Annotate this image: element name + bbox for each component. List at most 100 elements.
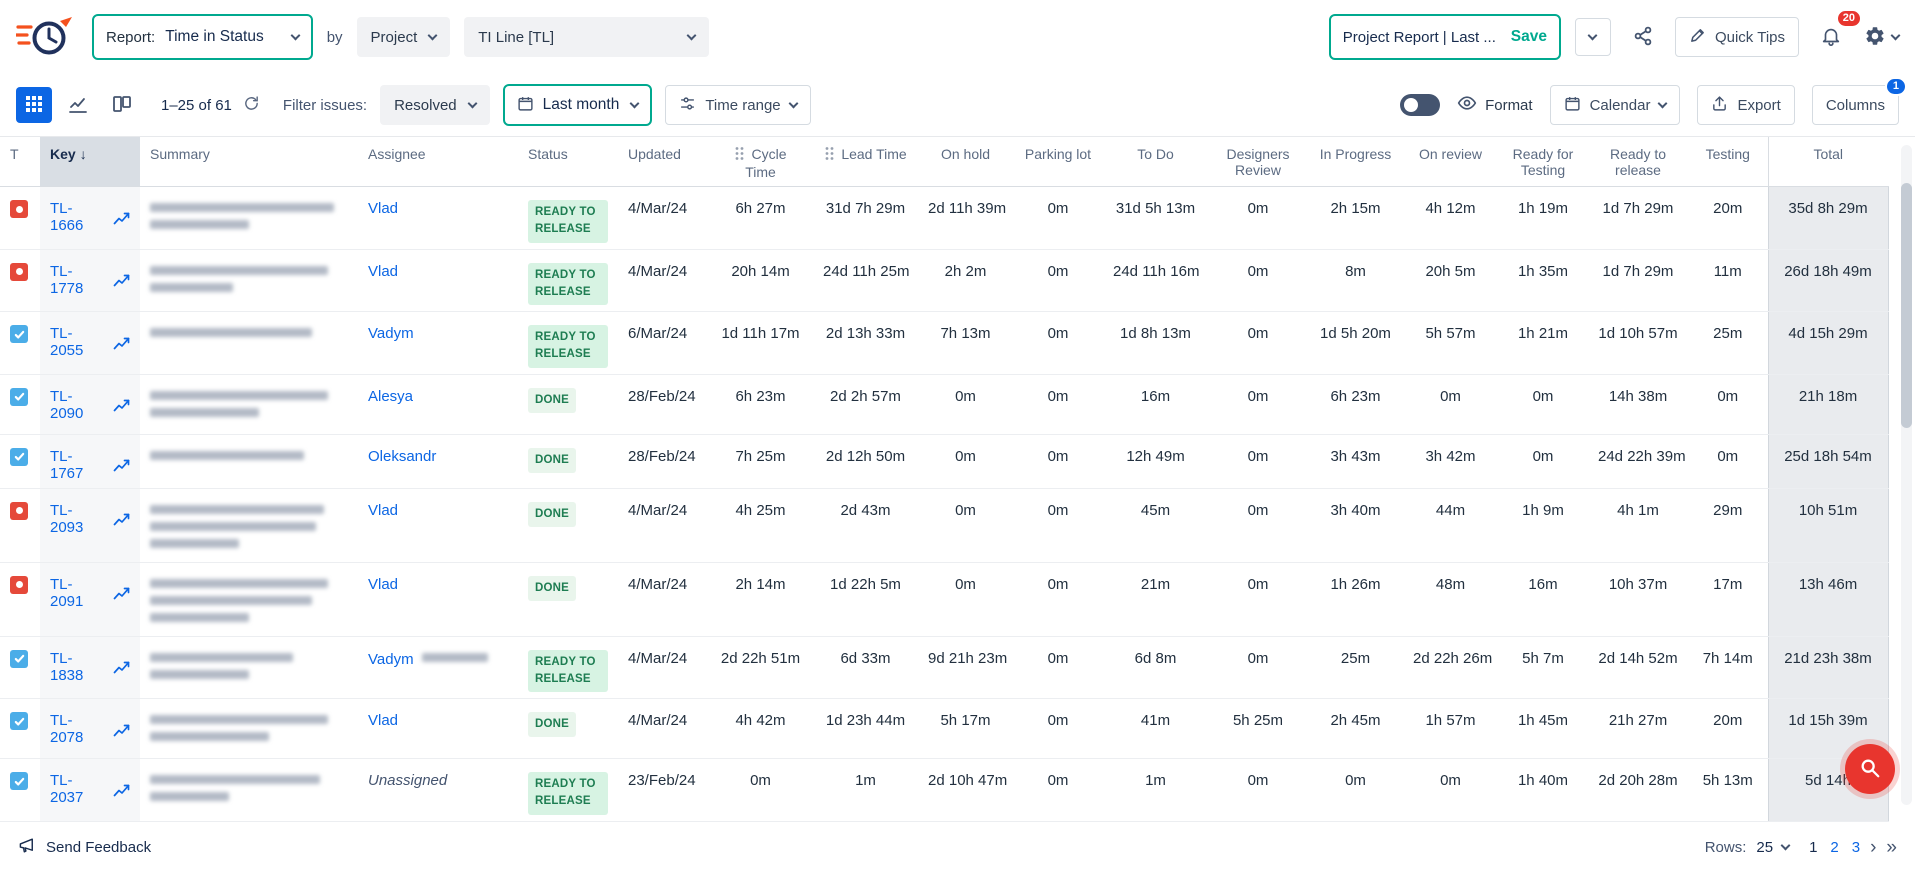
issue-key-link[interactable]: TL-1666: [50, 200, 105, 234]
send-feedback-button[interactable]: Send Feedback: [18, 836, 151, 859]
issue-key-link[interactable]: TL-1838: [50, 650, 105, 684]
format-button[interactable]: Format: [1457, 93, 1533, 117]
column-drag-handle-icon[interactable]: [734, 146, 745, 164]
assignee-link[interactable]: Vadym: [368, 325, 414, 342]
issue-trend-chart-icon[interactable]: [113, 585, 130, 600]
vertical-scrollbar[interactable]: [1901, 145, 1912, 805]
time-cycle: 2h 14m: [708, 562, 813, 636]
time-designers: 0m: [1208, 434, 1308, 488]
issue-key-link[interactable]: TL-2093: [50, 502, 105, 536]
support-search-fab[interactable]: [1845, 744, 1895, 794]
status-filter-select[interactable]: Resolved: [380, 85, 490, 125]
filter-issues-label: Filter issues:: [283, 97, 367, 114]
updated-date: 6/Mar/24: [618, 312, 708, 375]
time-in-progress: 8m: [1308, 249, 1403, 312]
issue-key-link[interactable]: TL-1767: [50, 448, 105, 482]
refresh-button[interactable]: [240, 93, 264, 117]
column-header-ready-release[interactable]: Ready to release: [1588, 137, 1688, 187]
chart-view-button[interactable]: [60, 87, 96, 123]
column-header-on-review[interactable]: On review: [1403, 137, 1498, 187]
bug-type-icon: [10, 576, 28, 594]
issue-trend-chart-icon[interactable]: [113, 782, 130, 797]
issue-trend-chart-icon[interactable]: [113, 511, 130, 526]
assignee-link[interactable]: Oleksandr: [368, 448, 436, 465]
time-cycle: 7h 25m: [708, 434, 813, 488]
assignee-link[interactable]: Vadym: [368, 650, 414, 667]
eye-icon: [1457, 93, 1477, 117]
export-button[interactable]: Export: [1697, 85, 1794, 125]
issue-trend-chart-icon[interactable]: [113, 210, 130, 225]
saved-report-name-input[interactable]: Project Report | Last ...: [1343, 29, 1501, 46]
time-in-progress: 2h 45m: [1308, 699, 1403, 759]
issue-trend-chart-icon[interactable]: [113, 335, 130, 350]
time-total: 13h 46m: [1768, 562, 1888, 636]
column-header-lead[interactable]: Lead Time: [813, 137, 918, 187]
assignee-link[interactable]: Vlad: [368, 576, 398, 593]
issue-trend-chart-icon[interactable]: [113, 659, 130, 674]
vertical-scrollbar-thumb[interactable]: [1901, 183, 1912, 428]
column-header-designers[interactable]: Designers Review: [1208, 137, 1308, 187]
column-header-summary[interactable]: Summary: [140, 137, 358, 187]
time-testing: 25m: [1688, 312, 1768, 375]
column-header-on-hold[interactable]: On hold: [918, 137, 1013, 187]
project-select[interactable]: TI Line [TL]: [464, 17, 709, 57]
time-designers: 0m: [1208, 488, 1308, 562]
next-page-button[interactable]: ›: [1870, 838, 1876, 857]
theme-toggle[interactable]: [1400, 94, 1440, 116]
column-header-in-progress[interactable]: In Progress: [1308, 137, 1403, 187]
assignee-link[interactable]: Alesya: [368, 388, 413, 405]
chevron-down-icon: [1588, 31, 1598, 41]
issue-key-link[interactable]: TL-2090: [50, 388, 105, 422]
column-header-cycle[interactable]: Cycle Time: [708, 137, 813, 187]
issue-key-link[interactable]: TL-2091: [50, 576, 105, 610]
by-label: by: [327, 29, 343, 46]
issue-trend-chart-icon[interactable]: [113, 722, 130, 737]
issue-key-link[interactable]: TL-2078: [50, 712, 105, 746]
assignee-link[interactable]: Vlad: [368, 263, 398, 280]
time-range-button[interactable]: Time range: [665, 85, 810, 125]
issue-row: TL-2090AlesyaDONE28/Feb/246h 23m2d 2h 57…: [0, 374, 1888, 434]
issue-key-link[interactable]: TL-2037: [50, 772, 105, 806]
issue-key-link[interactable]: TL-2055: [50, 325, 105, 359]
column-header-key[interactable]: Key↓: [40, 137, 140, 187]
quick-tips-button[interactable]: Quick Tips: [1675, 17, 1799, 57]
column-drag-handle-icon[interactable]: [824, 146, 835, 164]
columns-count-badge: 1: [1885, 77, 1907, 96]
updated-date: 4/Mar/24: [618, 488, 708, 562]
time-on-hold: 0m: [918, 562, 1013, 636]
column-header-parking[interactable]: Parking lot: [1013, 137, 1103, 187]
group-by-select[interactable]: Project: [357, 17, 451, 57]
issue-trend-chart-icon[interactable]: [113, 457, 130, 472]
notifications-button[interactable]: 20: [1813, 18, 1849, 56]
issue-trend-chart-icon[interactable]: [113, 397, 130, 412]
period-filter-select[interactable]: Last month: [543, 96, 639, 114]
column-header-total[interactable]: Total: [1768, 137, 1888, 187]
save-report-button[interactable]: Save: [1511, 28, 1547, 46]
saved-reports-menu-button[interactable]: [1575, 18, 1611, 56]
column-header-assignee[interactable]: Assignee: [358, 137, 518, 187]
issue-trend-chart-icon[interactable]: [113, 272, 130, 287]
column-header-todo[interactable]: To Do: [1103, 137, 1208, 187]
column-header-updated[interactable]: Updated: [618, 137, 708, 187]
assignee-link[interactable]: Vlad: [368, 712, 398, 729]
column-header-ready-testing[interactable]: Ready for Testing: [1498, 137, 1588, 187]
column-header-type[interactable]: T: [0, 137, 40, 187]
issue-summary-redacted: [140, 699, 358, 759]
assignee-link[interactable]: Vlad: [368, 502, 398, 519]
issue-row: TL-2091VladDONE4/Mar/242h 14m1d 22h 5m0m…: [0, 562, 1888, 636]
column-header-status[interactable]: Status: [518, 137, 618, 187]
task-type-icon: [10, 325, 28, 343]
calendar-button[interactable]: Calendar: [1550, 85, 1681, 125]
report-type-select[interactable]: Time in Status: [165, 28, 299, 46]
grid-view-button[interactable]: [16, 87, 52, 123]
assignee-link[interactable]: Vlad: [368, 200, 398, 217]
last-page-button[interactable]: »: [1886, 838, 1897, 857]
time-on-review: 2d 22h 26m: [1403, 636, 1498, 699]
board-view-button[interactable]: [104, 87, 140, 123]
issue-key-link[interactable]: TL-1778: [50, 263, 105, 297]
chevron-down-icon: [630, 99, 640, 109]
column-header-testing[interactable]: Testing: [1688, 137, 1768, 187]
settings-button[interactable]: [1863, 18, 1899, 56]
share-button[interactable]: [1625, 18, 1661, 56]
time-total: 35d 8h 29m: [1768, 187, 1888, 250]
